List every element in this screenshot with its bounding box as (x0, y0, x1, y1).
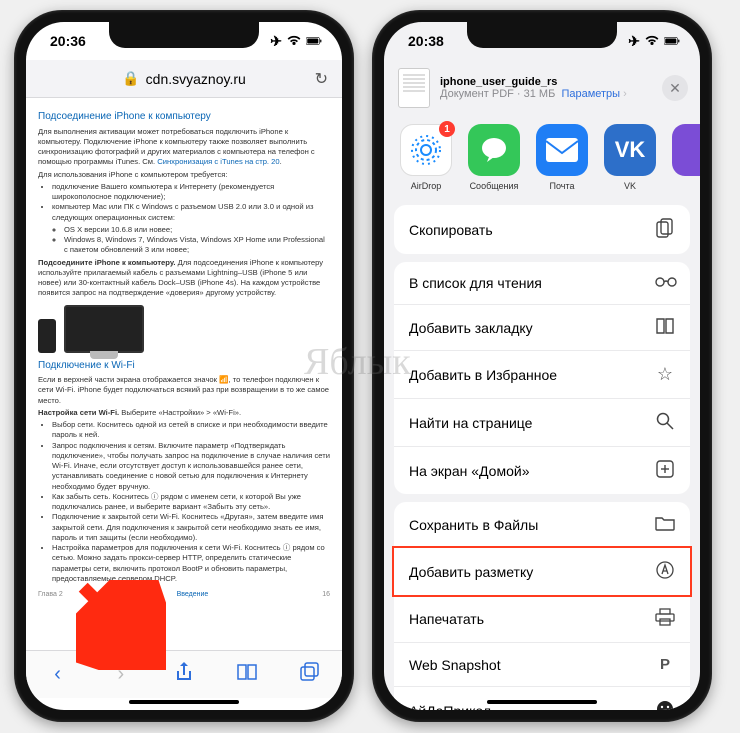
back-button[interactable]: ‹ (47, 663, 69, 686)
device-iphone-icon (38, 319, 56, 353)
notch (467, 22, 617, 48)
star-icon: ☆ (655, 364, 675, 385)
actions-group-1: Скопировать (394, 205, 690, 254)
action-print[interactable]: Напечатать (394, 595, 690, 643)
forward-button: › (110, 663, 132, 686)
action-label: Добавить в Избранное (409, 367, 557, 383)
share-sheet-header: iphone_user_guide_rs Документ PDF · 31 М… (384, 60, 700, 118)
document-thumbnail (398, 68, 430, 108)
share-app-сообщения[interactable]: Сообщения (468, 124, 520, 191)
book-icon (655, 318, 675, 337)
device-imac-icon (64, 305, 144, 353)
screen-right: 20:38 ✈ iphone_user_guide_rs Документ PD… (384, 22, 700, 710)
battery-icon (664, 35, 680, 47)
app-label: Сообщения (468, 181, 520, 191)
wifi-icon (286, 35, 302, 47)
heading-connect-computer: Подсоединение iPhone к компьютеру (38, 110, 330, 124)
page-footer: Глава 2 Введение 16 (38, 590, 330, 599)
share-app-more[interactable] (672, 124, 700, 191)
home-indicator[interactable] (129, 700, 239, 704)
copy-icon (655, 218, 675, 241)
search-icon (655, 412, 675, 433)
phone-left: 20:36 ✈ 🔒 cdn.svyaznoy.ru ↻ Подсоединени… (14, 10, 354, 722)
action-p[interactable]: Web Snapshot P (394, 643, 690, 687)
action-label: Найти на странице (409, 415, 532, 431)
action-label: Сохранить в Файлы (409, 517, 538, 533)
action-smile[interactable]: АйДаПрикол (394, 687, 690, 710)
app-label: AirDrop (400, 181, 452, 191)
reload-icon[interactable]: ↻ (315, 69, 328, 89)
wifi-icon (644, 35, 660, 47)
action-label: Web Snapshot (409, 657, 501, 673)
action-book[interactable]: Добавить закладку (394, 305, 690, 351)
document-title: iphone_user_guide_rs (440, 76, 652, 88)
action-plusbox[interactable]: На экран «Домой» (394, 447, 690, 494)
heading-wifi: Подключение к Wi-Fi (38, 359, 330, 373)
options-link[interactable]: Параметры (561, 88, 620, 100)
action-label: Добавить разметку (409, 564, 533, 580)
action-folder[interactable]: Сохранить в Файлы (394, 502, 690, 548)
status-time: 20:36 (50, 33, 86, 49)
share-app-почта[interactable]: Почта (536, 124, 588, 191)
lock-icon: 🔒 (122, 70, 139, 87)
share-button[interactable] (173, 661, 195, 689)
print-icon (655, 608, 675, 629)
action-label: Добавить закладку (409, 320, 533, 336)
status-icons: ✈ (628, 33, 680, 50)
p-icon: P (655, 656, 675, 673)
page-content[interactable]: Подсоединение iPhone к компьютеру Для вы… (26, 98, 342, 650)
action-label: Скопировать (409, 222, 493, 238)
markup-icon (655, 561, 675, 582)
devices-illustration (38, 305, 330, 353)
tabs-button[interactable] (299, 662, 321, 688)
address-text: cdn.svyaznoy.ru (146, 71, 246, 87)
action-copy[interactable]: Скопировать (394, 205, 690, 254)
address-bar[interactable]: 🔒 cdn.svyaznoy.ru ↻ (26, 60, 342, 98)
status-time: 20:38 (408, 33, 444, 49)
status-icons: ✈ (270, 33, 322, 50)
notch (109, 22, 259, 48)
battery-icon (306, 35, 322, 47)
safari-toolbar: ‹ › (26, 650, 342, 698)
home-indicator[interactable] (487, 700, 597, 704)
smile-icon (655, 700, 675, 710)
action-label: В список для чтения (409, 275, 542, 291)
action-label: Напечатать (409, 611, 484, 627)
folder-icon (655, 515, 675, 534)
glasses-icon (655, 275, 675, 291)
airplane-icon: ✈ (270, 33, 282, 50)
actions-group-3: Сохранить в Файлы Добавить разметку Напеча… (394, 502, 690, 710)
badge: 1 (439, 121, 455, 137)
phone-right: 20:38 ✈ iphone_user_guide_rs Документ PD… (372, 10, 712, 722)
document-meta: iphone_user_guide_rs Документ PDF · 31 М… (440, 76, 652, 100)
action-star[interactable]: Добавить в Избранное ☆ (394, 351, 690, 399)
share-app-airdrop[interactable]: 1 AirDrop (400, 124, 452, 191)
action-glasses[interactable]: В список для чтения (394, 262, 690, 305)
link-itunes-sync[interactable]: Синхронизация с iTunes на стр. 20 (157, 157, 279, 166)
action-markup[interactable]: Добавить разметку (392, 546, 692, 597)
share-app-vk[interactable]: VKVK (604, 124, 656, 191)
screen-left: 20:36 ✈ 🔒 cdn.svyaznoy.ru ↻ Подсоединени… (26, 22, 342, 710)
action-search[interactable]: Найти на странице (394, 399, 690, 447)
bookmarks-button[interactable] (236, 663, 258, 687)
action-label: АйДаПрикол (409, 703, 491, 711)
actions-group-2: В список для чтения Добавить закладку Доба… (394, 262, 690, 494)
action-label: На экран «Домой» (409, 463, 529, 479)
app-label: Почта (536, 181, 588, 191)
share-apps-row[interactable]: 1 AirDrop Сообщения Почта VKVK (384, 118, 700, 205)
app-label: VK (604, 181, 656, 191)
airplane-icon: ✈ (628, 33, 640, 50)
close-button[interactable]: ✕ (662, 75, 688, 101)
plusbox-icon (655, 460, 675, 481)
